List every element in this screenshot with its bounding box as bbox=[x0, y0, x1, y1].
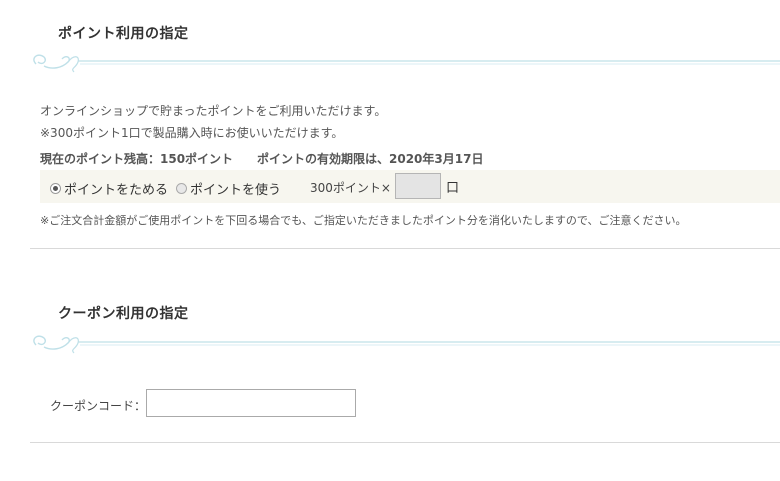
section-divider bbox=[30, 248, 780, 249]
radio-unchecked-icon[interactable] bbox=[176, 183, 187, 194]
points-note: ※ご注文合計金額がご使用ポイントを下回る場合でも、ご指定いただきましたポイント分… bbox=[40, 214, 687, 227]
coupon-code-label: クーポンコード： bbox=[50, 399, 147, 413]
flourish-ornament-icon bbox=[33, 54, 780, 73]
radio-save-points-label: ポイントをためる bbox=[64, 183, 169, 198]
points-quantity-input[interactable] bbox=[395, 173, 441, 199]
points-expiry: ポイントの有効期限は、2020年3月17日 bbox=[257, 152, 484, 166]
points-description-1: オンラインショップで貯まったポイントをご利用いただけます。 bbox=[40, 104, 387, 118]
points-description-2: ※300ポイント1口で製品購入時にお使いいただけます。 bbox=[40, 126, 344, 140]
coupon-section-title: クーポン利用の指定 bbox=[58, 306, 189, 322]
section-divider bbox=[30, 442, 780, 443]
radio-save-points[interactable]: ポイントをためる bbox=[50, 179, 168, 198]
radio-checked-icon[interactable] bbox=[50, 183, 61, 194]
flourish-ornament-icon bbox=[33, 335, 780, 354]
radio-use-points-label: ポイントを使う bbox=[190, 183, 282, 198]
points-per-unit-label: 300ポイント× bbox=[310, 181, 391, 195]
radio-use-points[interactable]: ポイントを使う bbox=[176, 179, 281, 198]
points-section-title: ポイント利用の指定 bbox=[58, 26, 189, 42]
coupon-code-input[interactable] bbox=[146, 389, 356, 417]
points-balance: 現在のポイント残高：150ポイント bbox=[40, 152, 234, 166]
points-unit-label: 口 bbox=[446, 181, 460, 196]
points-option-row: ポイントをためる ポイントを使う 300ポイント× 口 bbox=[40, 170, 780, 203]
